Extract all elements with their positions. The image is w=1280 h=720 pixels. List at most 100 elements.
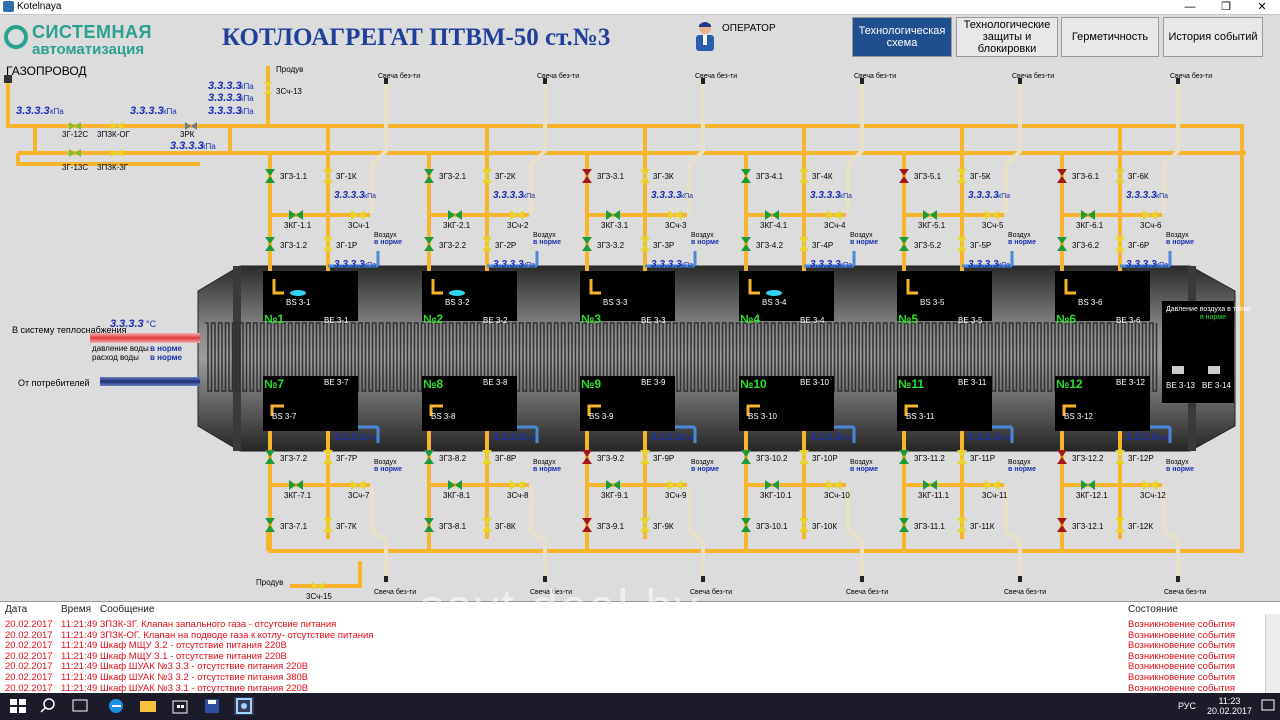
valve-3Г-4К[interactable]: [799, 169, 809, 183]
scada-app-icon[interactable]: [234, 697, 254, 715]
valve-3Г-6К[interactable]: [1115, 169, 1125, 183]
valve-3Г-7Р[interactable]: [323, 450, 333, 464]
valve-3Г3-10.2[interactable]: [741, 450, 751, 464]
search-icon[interactable]: [38, 697, 58, 715]
valve-3Г-10Р[interactable]: [799, 450, 809, 464]
valve-3Г-7К[interactable]: [323, 518, 333, 532]
valve-3Сч-5[interactable]: [985, 210, 999, 220]
valve-3КГ-11.1[interactable]: [923, 480, 937, 490]
valve-3КГ-10.1[interactable]: [765, 480, 779, 490]
valve-3Г3-5.1[interactable]: [899, 169, 909, 183]
valve-3Г3-2.2[interactable]: [424, 237, 434, 251]
valve-3Г3-3.2[interactable]: [582, 237, 592, 251]
log-scrollbar[interactable]: [1265, 614, 1280, 694]
valve-3Г-1К[interactable]: [323, 169, 333, 183]
valve-3Г3-2.1[interactable]: [424, 169, 434, 183]
windows-start-icon[interactable]: [8, 697, 28, 715]
valve-3КГ-4.1[interactable]: [765, 210, 779, 220]
valve-3КГ-8.1[interactable]: [448, 480, 462, 490]
valve-3Г-6Р[interactable]: [1115, 237, 1125, 251]
valve-3Г3-6.2[interactable]: [1057, 237, 1067, 251]
nav-protections[interactable]: Технологические защиты и блокировки: [956, 17, 1058, 57]
valve-3Г3-12.2[interactable]: [1057, 450, 1067, 464]
valve-3Г3-4.1[interactable]: [741, 169, 751, 183]
nav-event-history[interactable]: История событий: [1163, 17, 1263, 57]
valve-3Сч-4[interactable]: [827, 210, 841, 220]
valve-3КГ-7.1[interactable]: [289, 480, 303, 490]
valve-3Г-4Р[interactable]: [799, 237, 809, 251]
language-indicator[interactable]: РУС: [1178, 701, 1196, 711]
valve-3КГ-3.1[interactable]: [606, 210, 620, 220]
valve-3Г-8К[interactable]: [482, 518, 492, 532]
operator-block[interactable]: ОПЕРАТОР: [694, 19, 794, 59]
valve-3Г3-7.2[interactable]: [265, 450, 275, 464]
close-button[interactable]: ✕: [1244, 0, 1280, 14]
valve-3Г-12К[interactable]: [1115, 518, 1125, 532]
valve-3Г3-6.1[interactable]: [1057, 169, 1067, 183]
valve-3КГ-5.1[interactable]: [923, 210, 937, 220]
valve-3Г3-9.1[interactable]: [582, 518, 592, 532]
valve-3Г3-1.1[interactable]: [265, 169, 275, 183]
valve-3Сч-12[interactable]: [1143, 480, 1157, 490]
valve-3КГ-9.1[interactable]: [606, 480, 620, 490]
valve-3Г-5К[interactable]: [957, 169, 967, 183]
valve-3Г3-3.1[interactable]: [582, 169, 592, 183]
save-app-icon[interactable]: [202, 697, 222, 715]
valve-3Сч-8[interactable]: [510, 480, 524, 490]
file-explorer-icon[interactable]: [138, 697, 158, 715]
valve-3Г-11Р[interactable]: [957, 450, 967, 464]
svg-text:давление воды: давление воды: [92, 344, 149, 353]
valve-3Г-9Р[interactable]: [640, 450, 650, 464]
valve-3Сч-3[interactable]: [668, 210, 682, 220]
valve-3Г-5Р[interactable]: [957, 237, 967, 251]
bottom-valve[interactable]: 3Сч-15 Продув: [256, 578, 332, 601]
valve-3Сч-9[interactable]: [668, 480, 682, 490]
valve-3КГ-2.1[interactable]: [448, 210, 462, 220]
valve-3Г-2К[interactable]: [482, 169, 492, 183]
valve-3Сч-6[interactable]: [1143, 210, 1157, 220]
valve-3Г3-9.2[interactable]: [582, 450, 592, 464]
notification-icon[interactable]: [1260, 698, 1276, 714]
valve-3Г3-11.1[interactable]: [899, 518, 909, 532]
minimize-button[interactable]: —: [1172, 0, 1208, 14]
nav-tech-scheme[interactable]: Технологическая схема: [852, 17, 952, 57]
log-row[interactable]: 20.02.2017 11:21:49 Шкаф МЩУ 3.1 - отсутст…: [0, 651, 1262, 662]
task-view-icon[interactable]: [70, 697, 90, 715]
valve-3Сч-1[interactable]: [351, 210, 365, 220]
valve-3Г-3Р[interactable]: [640, 237, 650, 251]
maximize-button[interactable]: ❐: [1208, 0, 1244, 14]
valve-3Г3-10.1[interactable]: [741, 518, 751, 532]
valve-3Г3-4.2[interactable]: [741, 237, 751, 251]
valve-3КГ-12.1[interactable]: [1081, 480, 1095, 490]
log-row[interactable]: 20.02.2017 11:21:49 Шкаф ШУАК №3 3.2 - отс…: [0, 672, 1262, 683]
valve-3Сч-2[interactable]: [510, 210, 524, 220]
log-row[interactable]: 20.02.2017 11:21:49 Шкаф ШУАК №3 3.3 - отс…: [0, 661, 1262, 672]
store-icon[interactable]: [170, 697, 190, 715]
clock[interactable]: 11:23 20.02.2017: [1207, 696, 1252, 716]
valve-3Г-1Р[interactable]: [323, 237, 333, 251]
valve-3КГ-6.1[interactable]: [1081, 210, 1095, 220]
valve-3Г-2Р[interactable]: [482, 237, 492, 251]
log-row[interactable]: 20.02.2017 11:21:49 Шкаф МЩУ 3.2 - отсутст…: [0, 640, 1262, 651]
nav-tightness[interactable]: Герметичность: [1061, 17, 1159, 57]
valve-3КГ-1.1[interactable]: [289, 210, 303, 220]
valve-3Г3-5.2[interactable]: [899, 237, 909, 251]
valve-3Г-3К[interactable]: [640, 169, 650, 183]
valve-3Г3-11.2[interactable]: [899, 450, 909, 464]
valve-3Г3-8.2[interactable]: [424, 450, 434, 464]
log-row[interactable]: 20.02.2017 11:21:49 Шкаф ШУАК №3 3.1 - отс…: [0, 683, 1262, 694]
valve-3Г3-7.1[interactable]: [265, 518, 275, 532]
svg-text:3РК: 3РК: [180, 130, 195, 139]
valve-3Г-8Р[interactable]: [482, 450, 492, 464]
valve-3Г3-1.2[interactable]: [265, 237, 275, 251]
valve-3Г3-8.1[interactable]: [424, 518, 434, 532]
valve-3Г-12Р[interactable]: [1115, 450, 1125, 464]
valve-3Г-9К[interactable]: [640, 518, 650, 532]
valve-3Г-10К[interactable]: [799, 518, 809, 532]
valve-3Сч-11[interactable]: [985, 480, 999, 490]
valve-3Г3-12.1[interactable]: [1057, 518, 1067, 532]
valve-3Г-11К[interactable]: [957, 518, 967, 532]
valve-3Сч-10[interactable]: [827, 480, 841, 490]
edge-browser-icon[interactable]: [106, 697, 126, 715]
valve-3Сч-7[interactable]: [351, 480, 365, 490]
